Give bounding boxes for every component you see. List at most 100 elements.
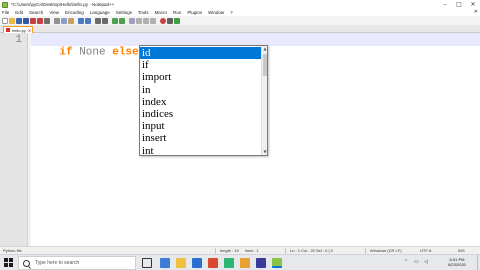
edge-icon[interactable] [160,258,170,268]
autocomplete-item[interactable]: id [140,47,261,60]
tab-bar: hello.py ✕ [0,25,480,33]
indent-guide-icon[interactable] [150,17,156,24]
status-length: length : 19 [220,248,239,253]
zoom-in-icon[interactable] [112,17,118,24]
title-bar: *C:\Users\pyCn\Desktop\Hello\hello.py - … [0,0,480,9]
autocomplete-item[interactable]: import [140,71,261,83]
minimize-button[interactable]: – [438,0,452,9]
code-token: else [112,46,139,59]
word-wrap-icon[interactable] [136,17,142,24]
windows-start-icon[interactable] [4,258,14,268]
office-icon[interactable] [208,258,218,268]
menu-plugins[interactable]: Plugins [187,10,202,15]
notepadpp-taskbar-icon[interactable] [272,258,282,268]
app-icon[interactable] [240,258,250,268]
undo-icon[interactable] [78,17,84,24]
copy-icon[interactable] [61,17,67,24]
replace-icon[interactable] [102,17,108,24]
autocomplete-item[interactable]: in [140,84,261,96]
menu-encoding[interactable]: Encoding [65,10,84,15]
paste-icon[interactable] [68,17,74,24]
status-eol: Windows (CR LF) [370,248,402,253]
scroll-down-icon[interactable]: ▼ [262,149,268,155]
task-view-icon[interactable] [142,258,152,268]
menu-help[interactable]: ? [230,10,233,15]
status-mode: INS [458,248,465,253]
new-file-icon[interactable] [2,17,8,24]
file-explorer-icon[interactable] [176,258,186,268]
volume-icon[interactable]: ◁ [424,259,428,265]
autocomplete-scrollbar[interactable]: ▲ ▼ [261,46,267,155]
window-controls: – □ ✕ [438,0,480,9]
zoom-out-icon[interactable] [119,17,125,24]
autocomplete-item[interactable]: input [140,120,261,132]
toolbar [0,16,480,25]
stop-macro-icon[interactable] [167,17,173,24]
menu-view[interactable]: View [49,10,59,15]
line-number-gutter: 1 [0,33,28,246]
store-icon[interactable] [192,258,202,268]
autocomplete-item[interactable]: int [140,145,261,157]
search-placeholder: Type here to search [35,260,80,266]
open-file-icon[interactable] [9,17,15,24]
tab-close-icon[interactable]: ✕ [28,28,31,33]
sync-scroll-icon[interactable] [129,17,135,24]
close-button[interactable]: ✕ [466,0,480,9]
status-file-type: Python file [3,248,22,253]
window-title: *C:\Users\pyCn\Desktop\Hello\hello.py - … [11,2,115,7]
app-icon[interactable] [256,258,266,268]
print-icon[interactable] [44,17,50,24]
taskbar-clock[interactable]: 6:51 PM 8/23/2020 [440,257,474,267]
autocomplete-popup: id if import in index indices input inse… [139,45,268,157]
autocomplete-item[interactable]: if [140,59,261,71]
code-token: None [72,46,113,59]
menu-edit[interactable]: Edit [15,10,23,15]
network-icon[interactable]: ▭ [414,259,419,265]
record-macro-icon[interactable] [160,17,166,24]
menu-run[interactable]: Run [173,10,181,15]
clock-date: 8/23/2020 [448,262,466,267]
tab-label: hello.py [12,27,26,33]
cut-icon[interactable] [54,17,60,24]
menu-window[interactable]: Window [208,10,224,15]
close-all-icon[interactable] [37,17,43,24]
maximize-button[interactable]: □ [452,0,466,9]
autocomplete-item[interactable]: insert [140,132,261,144]
redo-icon[interactable] [85,17,91,24]
tray-chevron-icon[interactable]: ⌃ [404,259,408,265]
menu-file[interactable]: File [2,10,9,15]
line-number: 1 [15,34,22,46]
close-file-icon[interactable] [30,17,36,24]
status-position: Ln : 1 Col : 20 Sel : 0 | 0 [290,248,333,253]
play-macro-icon[interactable] [174,17,180,24]
app-icon[interactable] [224,258,234,268]
autocomplete-item[interactable]: indices [140,108,261,120]
code-token: if [59,46,73,59]
menu-bar: File Edit Search View Encoding Language … [0,9,480,16]
menu-tools[interactable]: Tools [138,10,149,15]
search-icon [23,259,30,267]
scrollbar-thumb[interactable] [263,54,267,76]
autocomplete-list: id if import in index indices input inse… [140,47,261,157]
close-document-icon[interactable]: ✕ [474,9,478,15]
menu-settings[interactable]: Settings [116,10,132,15]
autocomplete-item[interactable]: index [140,96,261,108]
scroll-up-icon[interactable]: ▲ [262,46,268,52]
show-all-chars-icon[interactable] [143,17,149,24]
status-lines: lines : 1 [245,248,259,253]
fold-margin [28,33,31,246]
status-bar: Python file length : 19 lines : 1 Ln : 1… [0,246,480,254]
menu-search[interactable]: Search [29,10,43,15]
find-icon[interactable] [95,17,101,24]
save-icon[interactable] [16,17,22,24]
tab-hello-py[interactable]: hello.py ✕ [3,26,33,33]
save-all-icon[interactable] [23,17,29,24]
unsaved-icon [6,28,10,32]
notepadpp-icon [2,1,8,8]
show-desktop-button[interactable] [477,255,478,270]
taskbar-search-box[interactable]: Type here to search [18,256,136,270]
status-encoding: UTF-8 [420,248,432,253]
menu-language[interactable]: Language [90,10,110,15]
menu-macro[interactable]: Macro [155,10,168,15]
taskbar: Type here to search ⌃ ▭ ◁ 6:51 PM 8/23/2… [0,254,480,270]
